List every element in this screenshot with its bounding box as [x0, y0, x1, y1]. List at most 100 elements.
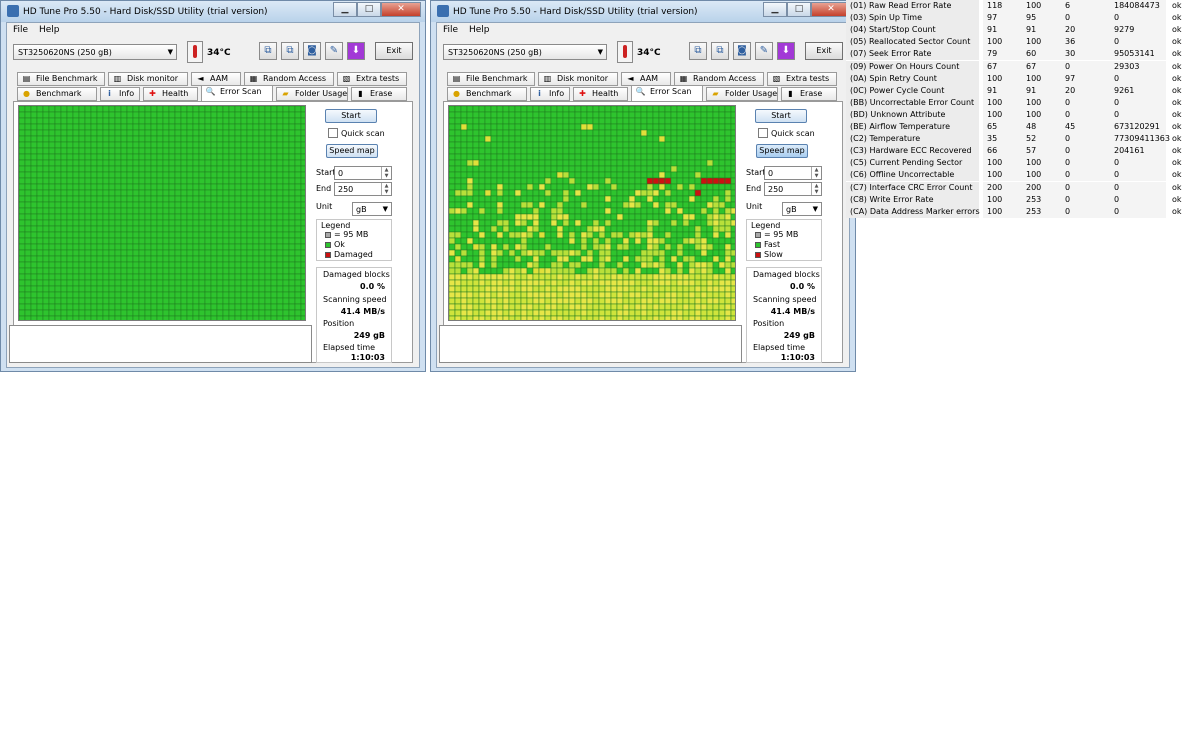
block-cell [562, 165, 570, 173]
tab-folder-usage[interactable]: ▰ Folder Usage [706, 87, 778, 101]
drive-select[interactable]: ST3250620NS (250 gB) ▼ [13, 44, 177, 60]
row-values-background [983, 181, 1166, 194]
maximize-button[interactable]: □ [787, 2, 811, 17]
block-cell [234, 195, 242, 203]
menu-help[interactable]: Help [39, 25, 60, 35]
smart-row[interactable]: (05) Reallocated Sector Count 100 100 36 0 ok [846, 36, 1200, 49]
tab-error-scan[interactable]: 🔍 Error Scan [631, 85, 703, 101]
end-input[interactable]: 250 ▲ ▼ [334, 182, 392, 196]
spinner-arrows-icon[interactable]: ▲ ▼ [811, 183, 821, 195]
block-cell [132, 207, 140, 215]
tab-folder-usage[interactable]: ▰ Folder Usage [276, 87, 348, 101]
options-icon[interactable]: ✎ [755, 42, 773, 60]
end-input[interactable]: 250 ▲ ▼ [764, 182, 822, 196]
smart-row[interactable]: (04) Start/Stop Count 91 91 20 9279 ok [846, 24, 1200, 37]
smart-row[interactable]: (03) Spin Up Time 97 95 0 0 ok [846, 12, 1200, 25]
tab-info[interactable]: i Info [530, 87, 570, 101]
tab-erase[interactable]: ▮ Erase [351, 87, 407, 101]
copy-info-all-icon[interactable]: ⧉ [281, 42, 299, 60]
spinner-arrows-icon[interactable]: ▲ ▼ [381, 183, 391, 195]
menu-file[interactable]: File [443, 25, 458, 35]
menu-help[interactable]: Help [469, 25, 490, 35]
quick-scan-checkbox[interactable] [758, 128, 768, 138]
block-cell [568, 237, 576, 245]
tab-random-access[interactable]: ▦ Random Access [674, 72, 764, 86]
exit-button[interactable]: Exit [375, 42, 413, 60]
block-cell [550, 106, 558, 113]
block-cell [48, 195, 56, 203]
copy-info-all-icon[interactable]: ⧉ [711, 42, 729, 60]
block-cell [294, 213, 302, 221]
close-button[interactable]: ✕ [811, 2, 851, 17]
tab-disk-monitor[interactable]: ▥ Disk monitor [538, 72, 618, 86]
smart-row[interactable]: (0A) Spin Retry Count 100 100 97 0 ok [846, 72, 1200, 85]
block-cell [532, 141, 540, 149]
tab-extra-tests[interactable]: ▧ Extra tests [767, 72, 837, 86]
drive-select[interactable]: ST3250620NS (250 gB) ▼ [443, 44, 607, 60]
minimize-button[interactable]: ▁ [333, 2, 357, 17]
block-cell [36, 106, 44, 113]
smart-row[interactable]: (BD) Unknown Attribute 100 100 0 0 ok [846, 108, 1200, 121]
tab-disk-monitor[interactable]: ▥ Disk monitor [108, 72, 188, 86]
start-input[interactable]: 0 ▲ ▼ [764, 166, 822, 180]
block-cell [652, 117, 660, 125]
quick-scan-checkbox[interactable] [328, 128, 338, 138]
exit-button[interactable]: Exit [805, 42, 843, 60]
tab-info[interactable]: i Info [100, 87, 140, 101]
start-button[interactable]: Start [755, 109, 807, 123]
smart-row[interactable]: (0C) Power Cycle Count 91 91 20 9261 ok [846, 84, 1200, 97]
tab-extra-tests[interactable]: ▧ Extra tests [337, 72, 407, 86]
tab-aam[interactable]: ◄ AAM [621, 72, 671, 86]
tab-file-benchmark[interactable]: ▤ File Benchmark [447, 72, 535, 86]
block-cell [664, 231, 672, 239]
smart-row[interactable]: (BE) Airflow Temperature 65 48 45 673120291 o… [846, 121, 1200, 133]
block-cell [730, 141, 735, 149]
tab-file-benchmark[interactable]: ▤ File Benchmark [17, 72, 105, 86]
smart-row[interactable]: (C5) Current Pending Sector 100 100 0 0 ok [846, 157, 1200, 170]
download-icon[interactable]: ⬇ [777, 42, 795, 60]
title-bar[interactable]: HD Tune Pro 5.50 - Hard Disk/SSD Utility… [431, 1, 855, 22]
spinner-arrows-icon[interactable]: ▲ ▼ [381, 167, 391, 179]
block-cell [174, 255, 182, 263]
unit-select[interactable]: gB ▼ [352, 202, 392, 216]
tab-health[interactable]: ✚ Health [143, 87, 198, 101]
unit-select[interactable]: gB ▼ [782, 202, 822, 216]
speed-map-button[interactable]: Speed map [756, 144, 808, 158]
tab-error-scan[interactable]: 🔍 Error Scan [201, 85, 273, 101]
block-cell [496, 147, 504, 155]
speed-map-button[interactable]: Speed map [326, 144, 378, 158]
tab-aam[interactable]: ◄ AAM [191, 72, 241, 86]
options-icon[interactable]: ✎ [325, 42, 343, 60]
smart-row[interactable]: (01) Raw Read Error Rate 118 100 6 184084473… [846, 0, 1200, 12]
menu-file[interactable]: File [13, 25, 28, 35]
smart-row[interactable]: (C2) Temperature 35 52 0 77309411363 ok [846, 133, 1200, 146]
screenshot-icon[interactable]: ◙ [303, 42, 321, 60]
tab-erase[interactable]: ▮ Erase [781, 87, 837, 101]
smart-row[interactable]: (09) Power On Hours Count 67 67 0 29303 ok [846, 60, 1200, 73]
spinner-arrows-icon[interactable]: ▲ ▼ [811, 167, 821, 179]
close-button[interactable]: ✕ [381, 2, 421, 17]
minimize-button[interactable]: ▁ [763, 2, 787, 17]
smart-row[interactable]: (C6) Offline Uncorrectable 100 100 0 0 ok [846, 169, 1200, 182]
smart-row[interactable]: (C7) Interface CRC Error Count 200 200 0 0 ok [846, 181, 1200, 194]
download-icon[interactable]: ⬇ [347, 42, 365, 60]
start-input[interactable]: 0 ▲ ▼ [334, 166, 392, 180]
title-bar[interactable]: HD Tune Pro 5.50 - Hard Disk/SSD Utility… [1, 1, 425, 22]
maximize-button[interactable]: □ [357, 2, 381, 17]
start-button[interactable]: Start [325, 109, 377, 123]
smart-row[interactable]: (C3) Hardware ECC Recovered 66 57 0 204161 ok [846, 145, 1200, 158]
thermometer-icon [617, 41, 633, 63]
tab-random-access[interactable]: ▦ Random Access [244, 72, 334, 86]
copy-info-icon[interactable]: ⧉ [259, 42, 277, 60]
smart-row[interactable]: (CA) Data Address Marker errors 100 253 0 0 o… [846, 205, 1200, 218]
smart-row[interactable]: (07) Seek Error Rate 79 60 30 95053141 ok [846, 48, 1200, 61]
copy-info-icon[interactable]: ⧉ [689, 42, 707, 60]
tab-benchmark[interactable]: ● Benchmark [447, 87, 527, 101]
screenshot-icon[interactable]: ◙ [733, 42, 751, 60]
smart-row[interactable]: (BB) Uncorrectable Error Count 100 100 0 0 ok [846, 96, 1200, 109]
smart-row[interactable]: (C8) Write Error Rate 100 253 0 0 ok [846, 193, 1200, 206]
tab-health[interactable]: ✚ Health [573, 87, 628, 101]
tab-benchmark[interactable]: ● Benchmark [17, 87, 97, 101]
block-cell [228, 255, 236, 263]
block-cell [276, 297, 284, 305]
